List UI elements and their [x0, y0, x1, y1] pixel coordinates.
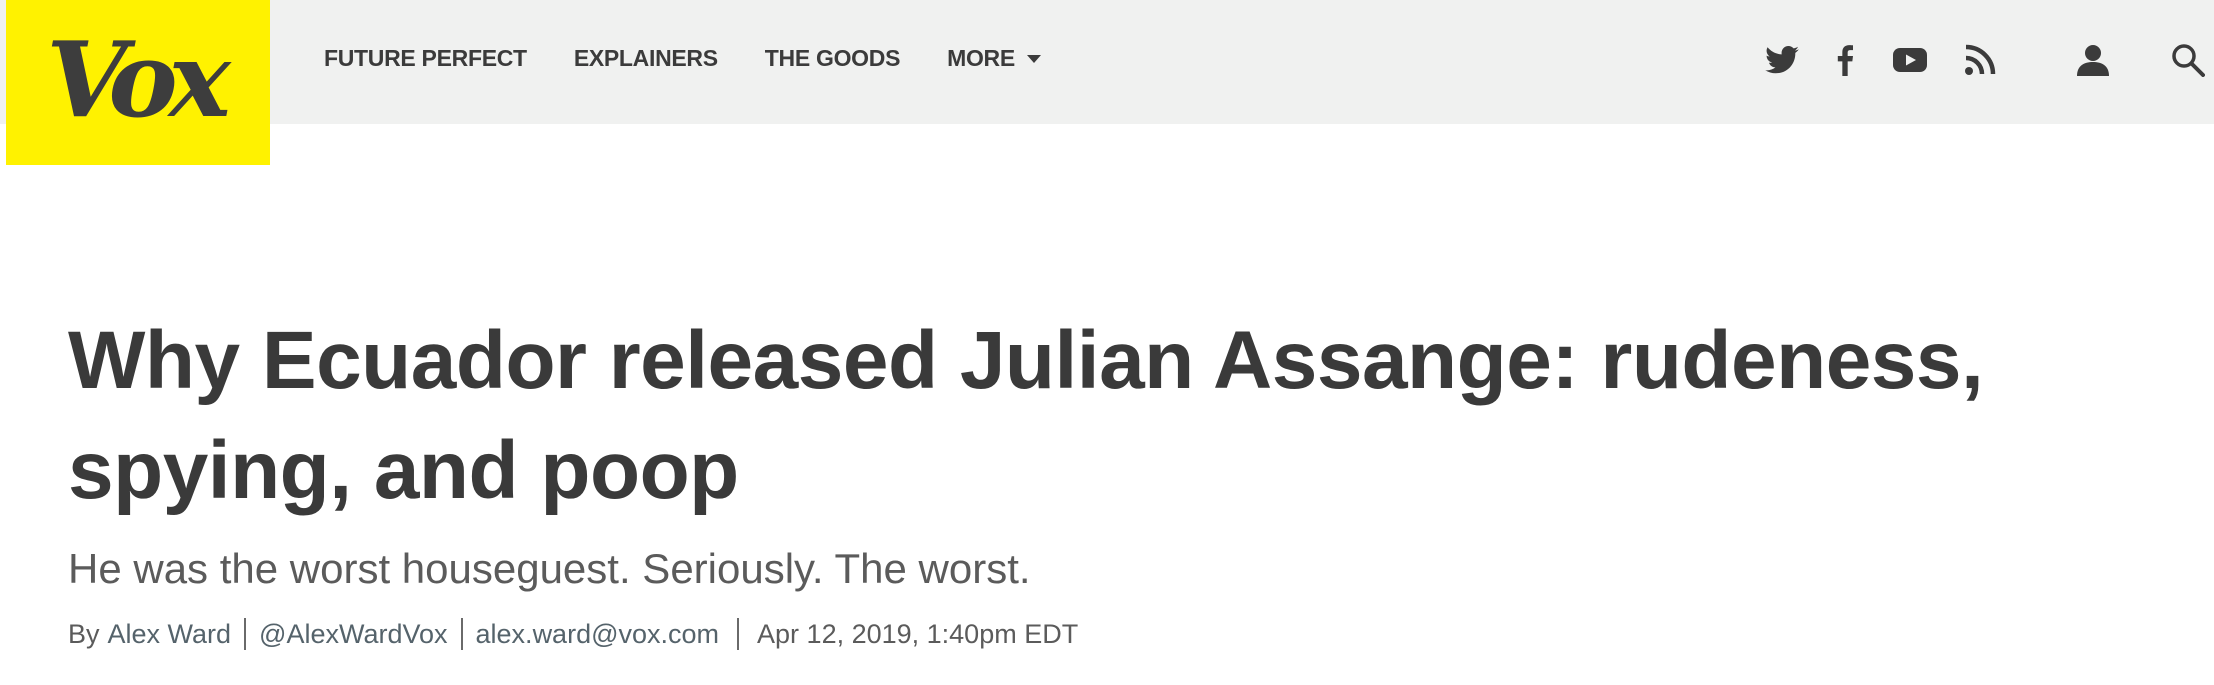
rss-icon[interactable] — [1962, 40, 1998, 80]
article-dek: He was the worst houseguest. Seriously. … — [68, 545, 1031, 592]
site-header: Vox FUTURE PERFECT EXPLAINERS THE GOODS … — [0, 0, 2214, 165]
vox-logo[interactable]: Vox — [6, 0, 270, 165]
youtube-icon[interactable] — [1890, 40, 1930, 80]
twitter-icon[interactable] — [1764, 40, 1800, 80]
publish-date: Apr 12, 2019, 1:40pm EDT — [757, 618, 1079, 649]
byline-divider — [460, 618, 463, 650]
byline-prefix: By — [68, 618, 100, 649]
byline: By Alex Ward @AlexWardVox alex.ward@vox.… — [68, 614, 1078, 654]
byline-divider — [737, 618, 740, 650]
facebook-icon[interactable] — [1832, 40, 1858, 80]
author-twitter-link[interactable]: @AlexWardVox — [259, 619, 447, 650]
author-link[interactable]: Alex Ward — [108, 619, 232, 650]
byline-divider — [244, 618, 247, 650]
user-icon[interactable] — [2074, 40, 2112, 80]
author-email-link[interactable]: alex.ward@vox.com — [476, 619, 720, 650]
article-headline: Why Ecuador released Julian Assange: rud… — [68, 315, 1984, 516]
header-icons — [0, 40, 2214, 80]
search-icon[interactable] — [2168, 40, 2208, 80]
